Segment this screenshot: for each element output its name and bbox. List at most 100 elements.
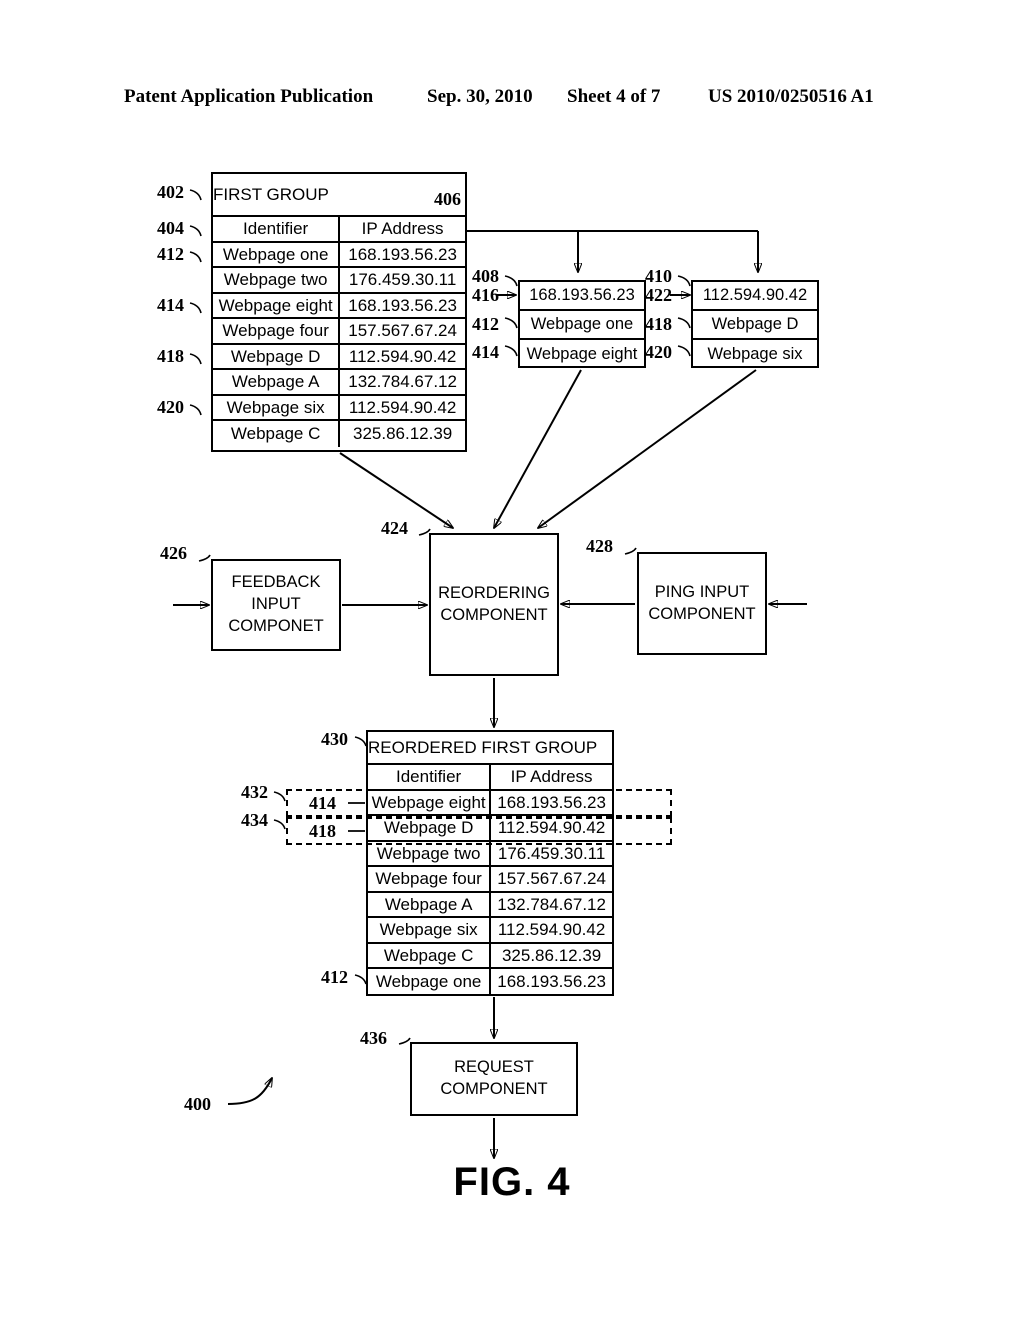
cell-ip-address: 132.784.67.12	[348, 372, 457, 392]
ref-420: 420	[157, 397, 184, 417]
ref-418: 418	[157, 346, 184, 366]
ref-414: 414	[157, 295, 184, 315]
cell-ip-address: 325.86.12.39	[501, 945, 602, 965]
cell-identifier: Webpage two	[368, 841, 492, 865]
table-row: Webpage C 325.86.12.39	[368, 943, 612, 969]
cell-ip-address: 168.193.56.23	[348, 244, 457, 264]
table-row: Webpage four 157.567.67.24	[368, 867, 612, 893]
ref-434: 434	[241, 810, 268, 830]
cell-ip-address: 132.784.67.12	[497, 894, 606, 914]
cell-ip-address: 176.459.30.11	[348, 270, 457, 290]
cell-identifier: Webpage four	[213, 319, 341, 343]
reordered-first-group-table: REORDERED FIRST GROUP Identifier IP Addr…	[366, 730, 614, 996]
ping-input-component-box: PING INPUT COMPONENT	[637, 552, 767, 655]
cell-identifier: Webpage C	[368, 943, 492, 967]
ref-426: 426	[160, 543, 187, 563]
list-item: Webpage one	[520, 311, 644, 340]
list-item: Webpage six	[707, 345, 803, 363]
ref-404: 404	[157, 218, 184, 238]
column-header-ip-address: IP Address	[361, 219, 444, 239]
ref-412-sub: 412	[472, 314, 499, 334]
publication-title: Patent Application Publication	[124, 86, 374, 107]
request-component-box: REQUEST COMPONENT	[410, 1042, 578, 1116]
ref-402: 402	[157, 182, 184, 202]
cell-identifier: Webpage A	[368, 892, 492, 916]
table-row: Webpage two 176.459.30.11	[368, 841, 612, 867]
table-row: Webpage A 132.784.67.12	[368, 892, 612, 918]
cell-identifier: Webpage D	[213, 344, 341, 368]
ref-408: 408	[472, 266, 499, 286]
cell-ip-address: 176.459.30.11	[497, 843, 606, 863]
list-item: Webpage eight	[526, 345, 638, 363]
cell-ip-address: 157.567.67.24	[497, 869, 606, 889]
table-row: Webpage A 132.784.67.12	[213, 370, 465, 396]
sheet-number: Sheet 4 of 7	[567, 86, 661, 107]
cell-identifier: Webpage six	[213, 395, 341, 419]
feedback-input-component-box: FEEDBACK INPUT COMPONET	[211, 559, 341, 651]
subgroup-408-table: 168.193.56.23 Webpage one Webpage eight	[518, 280, 646, 368]
ref-418-reordered: 418	[309, 821, 336, 841]
ref-414-reordered: 414	[309, 793, 336, 813]
ref-436: 436	[360, 1028, 387, 1048]
cell-ip-address: 112.594.90.42	[348, 346, 457, 366]
subgroup-ip-row: 168.193.56.23	[520, 282, 644, 311]
column-header-ip-address: IP Address	[510, 767, 593, 787]
ref-430: 430	[321, 729, 348, 749]
figure-caption: FIG. 4	[453, 1160, 571, 1204]
cell-identifier: Webpage six	[368, 918, 492, 942]
publication-header: Patent Application Publication Sep. 30, …	[0, 86, 1024, 110]
first-group-header-row: Identifier IP Address	[213, 217, 465, 243]
highlight-box-432	[286, 789, 672, 817]
first-group-table: FIRST GROUP Identifier IP Address Webpag…	[211, 172, 467, 452]
ref-428: 428	[586, 536, 613, 556]
cell-ip-address: 168.193.56.23	[348, 295, 457, 315]
table-row: Webpage four 157.567.67.24	[213, 319, 465, 345]
ref-422: 422	[645, 285, 672, 305]
column-header-identifier: Identifier	[368, 765, 492, 789]
table-row: Webpage eight 168.193.56.23	[213, 293, 465, 319]
subgroup-ip-row: 112.594.90.42	[693, 282, 817, 311]
cell-identifier: Webpage eight	[213, 293, 341, 317]
table-row: Webpage C 325.86.12.39	[213, 421, 465, 447]
table-row: Webpage one 168.193.56.23	[213, 242, 465, 268]
ref-412-reordered: 412	[321, 967, 348, 987]
ref-400-system: 400	[184, 1094, 211, 1114]
table-row: Webpage two 176.459.30.11	[213, 268, 465, 294]
table-row: Webpage six 112.594.90.42	[213, 395, 465, 421]
list-item: Webpage D	[693, 311, 817, 340]
ref-424: 424	[381, 518, 408, 538]
ref-432: 432	[241, 782, 268, 802]
publication-date: Sep. 30, 2010	[427, 86, 533, 107]
cell-identifier: Webpage C	[213, 421, 341, 447]
cell-ip-address: 112.594.90.42	[348, 397, 457, 417]
cell-ip-address: 112.594.90.42	[497, 920, 606, 940]
cell-ip-address: 157.567.67.24	[348, 321, 457, 341]
column-header-identifier: Identifier	[213, 217, 341, 241]
ref-420-sub: 420	[645, 342, 672, 362]
first-group-title: FIRST GROUP	[213, 185, 329, 204]
cell-identifier: Webpage A	[213, 370, 341, 394]
cell-identifier: Webpage two	[213, 268, 341, 292]
ref-416: 416	[472, 285, 499, 305]
cell-identifier: Webpage four	[368, 867, 492, 891]
ref-410: 410	[645, 266, 672, 286]
table-row: Webpage D 112.594.90.42	[213, 344, 465, 370]
cell-identifier: Webpage one	[368, 969, 492, 995]
cell-ip-address: 168.193.56.23	[497, 972, 606, 992]
table-row: Webpage six 112.594.90.42	[368, 918, 612, 944]
cell-identifier: Webpage one	[213, 242, 341, 266]
patent-figure-page: Patent Application Publication Sep. 30, …	[0, 0, 1024, 1320]
cell-ip-address: 325.86.12.39	[352, 424, 453, 444]
ref-412: 412	[157, 244, 184, 264]
ref-418-sub: 418	[645, 314, 672, 334]
reordered-group-title: REORDERED FIRST GROUP	[368, 738, 598, 757]
reordered-header-row: Identifier IP Address	[368, 765, 612, 791]
ref-406: 406	[434, 189, 461, 209]
reordered-group-title-row: REORDERED FIRST GROUP	[368, 732, 612, 765]
reordering-component-box: REORDERING COMPONENT	[429, 533, 559, 676]
first-group-title-row: FIRST GROUP	[213, 174, 465, 217]
ref-414-sub: 414	[472, 342, 499, 362]
table-row: Webpage one 168.193.56.23	[368, 969, 612, 995]
publication-number: US 2010/0250516 A1	[708, 86, 874, 107]
subgroup-410-table: 112.594.90.42 Webpage D Webpage six	[691, 280, 819, 368]
